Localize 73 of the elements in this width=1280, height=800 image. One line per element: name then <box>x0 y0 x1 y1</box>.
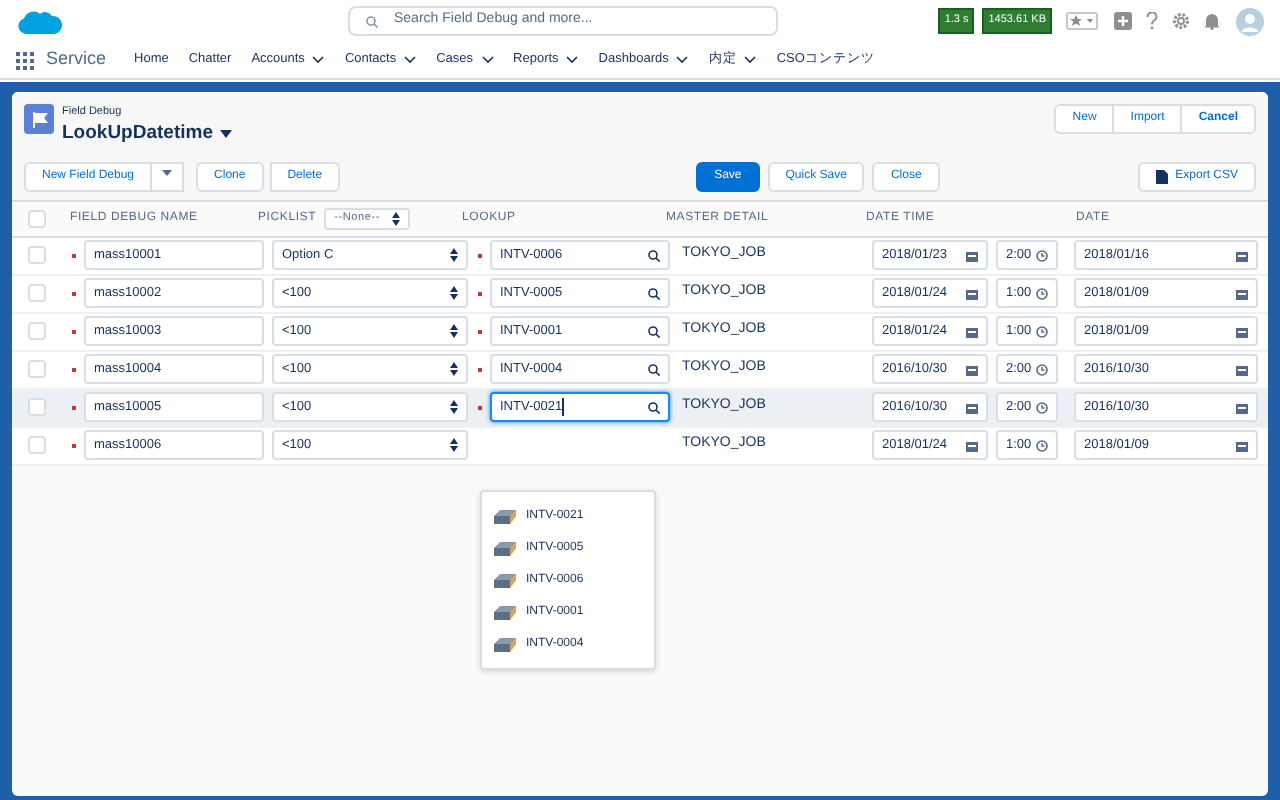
chevron-icon[interactable] <box>404 56 417 64</box>
select-all-checkbox[interactable] <box>28 209 46 227</box>
required-mark <box>477 405 481 409</box>
clock-icon[interactable] <box>1035 325 1048 337</box>
up-down-icon[interactable] <box>391 211 400 225</box>
search-icon[interactable] <box>648 401 660 413</box>
calendar-icon[interactable] <box>966 287 978 299</box>
document-icon <box>1155 169 1168 183</box>
tray-icon <box>494 637 516 651</box>
calendar-icon[interactable] <box>966 363 978 375</box>
clock-icon[interactable] <box>1035 401 1048 413</box>
help-icon[interactable] <box>1146 12 1158 30</box>
required-mark <box>477 367 481 371</box>
required-mark <box>477 253 481 257</box>
clock-icon[interactable] <box>1035 287 1048 299</box>
required-mark <box>71 405 75 409</box>
chevron-icon[interactable] <box>312 56 325 64</box>
search-icon[interactable] <box>648 249 660 261</box>
calendar-icon[interactable] <box>966 249 978 261</box>
required-mark <box>477 291 481 295</box>
up-down-icon[interactable] <box>450 400 458 414</box>
calendar-icon[interactable] <box>1236 249 1248 261</box>
up-down-icon[interactable] <box>450 362 458 376</box>
chevron-icon[interactable] <box>481 56 494 64</box>
calendar-icon[interactable] <box>1236 439 1248 451</box>
calendar-icon[interactable] <box>1236 325 1248 337</box>
up-down-icon[interactable] <box>450 248 458 262</box>
app-name: Service <box>46 46 107 73</box>
tray-icon <box>494 573 516 587</box>
tray-icon <box>494 605 516 619</box>
required-mark <box>71 291 75 295</box>
up-down-icon[interactable] <box>450 324 458 338</box>
required-mark <box>71 443 75 447</box>
required-mark <box>71 329 75 333</box>
row-checkbox[interactable] <box>28 360 46 378</box>
calendar-icon[interactable] <box>1236 287 1248 299</box>
flag-icon <box>24 104 54 134</box>
calendar-icon[interactable] <box>1236 401 1248 413</box>
required-mark <box>71 367 75 371</box>
clock-icon[interactable] <box>1035 363 1048 375</box>
row-checkbox[interactable] <box>28 284 46 302</box>
tray-icon <box>494 509 516 523</box>
calendar-icon[interactable] <box>966 325 978 337</box>
clock-icon[interactable] <box>1035 249 1048 261</box>
row-checkbox[interactable] <box>28 246 46 264</box>
chevron-icon[interactable] <box>566 56 579 64</box>
notification-bell-icon[interactable] <box>1204 12 1220 30</box>
tray-icon <box>494 541 516 555</box>
chevron-icon[interactable] <box>676 56 689 64</box>
chevron-icon[interactable] <box>744 56 757 64</box>
row-checkbox[interactable] <box>28 436 46 454</box>
up-down-icon[interactable] <box>450 286 458 300</box>
plus-icon[interactable] <box>1114 12 1132 30</box>
calendar-icon[interactable] <box>966 401 978 413</box>
cloud-logo <box>16 7 64 35</box>
up-down-icon[interactable] <box>450 438 458 452</box>
search-icon[interactable] <box>648 363 660 375</box>
calendar-icon[interactable] <box>1236 363 1248 375</box>
caret-icon[interactable] <box>220 130 233 139</box>
settings-icon[interactable] <box>1172 12 1190 30</box>
search-icon <box>366 15 378 27</box>
caret-icon <box>162 170 173 177</box>
required-mark <box>477 329 481 333</box>
calendar-icon[interactable] <box>966 439 978 451</box>
required-mark <box>71 253 75 257</box>
menu-dropdown-button[interactable] <box>150 161 185 191</box>
search-icon[interactable] <box>648 325 660 337</box>
row-checkbox[interactable] <box>28 398 46 416</box>
clock-icon[interactable] <box>1035 439 1048 451</box>
page-title: LookUpDatetime <box>62 120 213 149</box>
search-icon[interactable] <box>648 287 660 299</box>
app-launcher-icon[interactable] <box>16 51 34 69</box>
row-checkbox[interactable] <box>28 322 46 340</box>
